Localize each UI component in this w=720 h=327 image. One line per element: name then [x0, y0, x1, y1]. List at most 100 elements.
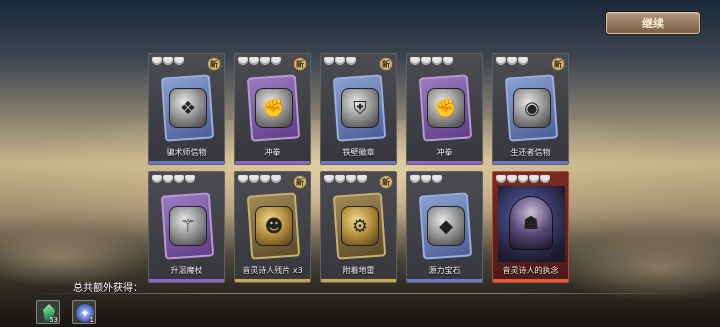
- character-shard-icon: ☻: [255, 206, 293, 246]
- star-rating: [496, 57, 528, 65]
- extra-reward-count: 1: [89, 316, 94, 324]
- star-icon: [335, 175, 345, 183]
- star-icon: [185, 175, 195, 183]
- star-icon: [324, 175, 334, 183]
- rarity-bar: [493, 279, 568, 282]
- star-icon: [518, 57, 528, 65]
- star-icon: [432, 57, 442, 65]
- star-icon: [421, 175, 431, 183]
- star-icon: [443, 57, 453, 65]
- star-icon: [346, 175, 356, 183]
- reward-card[interactable]: ⚚ 升温魔杖: [148, 171, 225, 283]
- star-icon: [410, 57, 420, 65]
- rarity-bar: [407, 279, 482, 282]
- reward-card[interactable]: ⚙ 新附着地雷: [320, 171, 397, 283]
- star-icon: [496, 175, 506, 183]
- extra-rewards-label: 总共额外获得：: [73, 283, 143, 294]
- continue-button[interactable]: 继续: [606, 12, 700, 34]
- star-rating: [238, 57, 281, 65]
- reward-card[interactable]: ◆ 源力宝石: [406, 171, 483, 283]
- ornate-book-icon: ❖: [169, 88, 207, 128]
- star-icon: [260, 57, 270, 65]
- new-badge: 新: [551, 57, 565, 71]
- card-label: 附着地雷: [342, 266, 375, 275]
- rarity-bar: [493, 161, 568, 164]
- eye-amulet-icon: ◉: [513, 88, 551, 128]
- rarity-bar: [321, 161, 396, 164]
- reward-grid: ❖ 新骗术师信物 ✊ 新冲拳 ⛨ 新铁壁徽章 ✊ 冲拳 ◉ 新生还者信物 ⚚ 升温魔杖 ☻ 新音灵诗人残片…: [148, 53, 569, 283]
- star-icon: [432, 175, 442, 183]
- card-label: 音灵诗人的执念: [502, 266, 559, 275]
- gauntlet-icon: ✊: [427, 88, 465, 128]
- star-icon: [410, 175, 420, 183]
- rarity-bar: [149, 161, 224, 164]
- reward-card[interactable]: ☻ 新音灵诗人残片 x3: [234, 171, 311, 283]
- star-icon: [238, 57, 248, 65]
- new-badge: 新: [293, 57, 307, 71]
- reward-card[interactable]: ⛨ 新铁壁徽章: [320, 53, 397, 165]
- star-icon: [335, 57, 345, 65]
- wand-icon: ⚚: [169, 206, 207, 246]
- star-icon: [174, 57, 184, 65]
- star-icon: [238, 175, 248, 183]
- star-icon: [518, 175, 528, 183]
- extra-reward-gem[interactable]: 53: [36, 300, 60, 324]
- star-icon: [529, 175, 539, 183]
- reward-card[interactable]: ◉ 新生还者信物: [492, 53, 569, 165]
- star-rating: [152, 57, 184, 65]
- star-rating: [152, 175, 195, 183]
- star-rating: [324, 57, 356, 65]
- star-icon: [324, 57, 334, 65]
- shield-emblem-icon: ⛨: [341, 88, 379, 128]
- star-icon: [249, 57, 259, 65]
- star-rating: [324, 175, 367, 183]
- star-icon: [163, 57, 173, 65]
- star-icon: [249, 175, 259, 183]
- new-badge: 新: [293, 175, 307, 189]
- star-icon: [271, 175, 281, 183]
- star-icon: [346, 57, 356, 65]
- crystal-gem-icon: ◆: [427, 206, 465, 246]
- character-portrait-icon: ☗: [509, 196, 553, 250]
- star-rating: [410, 175, 442, 183]
- card-label: 冲拳: [264, 148, 281, 157]
- star-icon: [421, 57, 431, 65]
- rarity-bar: [149, 279, 224, 282]
- card-label: 音灵诗人残片 x3: [242, 266, 303, 275]
- extra-reward-rune[interactable]: ✦ 1: [72, 300, 96, 324]
- star-icon: [152, 175, 162, 183]
- rarity-bar: [235, 161, 310, 164]
- star-icon: [507, 175, 517, 183]
- star-rating: [238, 175, 281, 183]
- divider: [30, 293, 690, 294]
- star-icon: [152, 57, 162, 65]
- rarity-bar: [407, 161, 482, 164]
- card-label: 冲拳: [436, 148, 453, 157]
- card-label: 骗术师信物: [166, 148, 207, 157]
- card-label: 源力宝石: [428, 266, 461, 275]
- star-icon: [260, 175, 270, 183]
- star-icon: [540, 175, 550, 183]
- reward-card[interactable]: ❖ 新骗术师信物: [148, 53, 225, 165]
- new-badge: 新: [379, 175, 393, 189]
- star-icon: [174, 175, 184, 183]
- star-icon: [357, 175, 367, 183]
- new-badge: 新: [379, 57, 393, 71]
- star-rating: [496, 175, 550, 183]
- star-icon: [496, 57, 506, 65]
- extra-reward-count: 53: [49, 316, 58, 324]
- reward-card[interactable]: ✊ 冲拳: [406, 53, 483, 165]
- card-label: 铁壁徽章: [342, 148, 375, 157]
- rarity-bar: [235, 279, 310, 282]
- gauntlet-icon: ✊: [255, 88, 293, 128]
- star-icon: [507, 57, 517, 65]
- card-label: 升温魔杖: [170, 266, 203, 275]
- rarity-bar: [321, 279, 396, 282]
- star-rating: [410, 57, 453, 65]
- mine-icon: ⚙: [341, 206, 379, 246]
- reward-card[interactable]: ☗ 音灵诗人的执念: [492, 171, 569, 283]
- reward-card[interactable]: ✊ 新冲拳: [234, 53, 311, 165]
- card-label: 生还者信物: [510, 148, 551, 157]
- new-badge: 新: [207, 57, 221, 71]
- star-icon: [271, 57, 281, 65]
